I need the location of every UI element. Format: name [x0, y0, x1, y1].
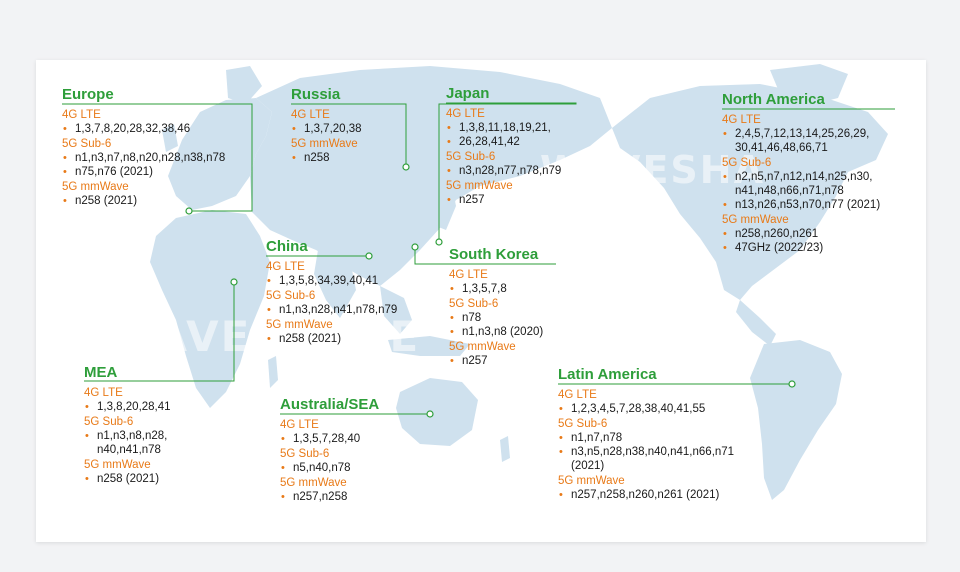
category-5g-mmwave: 5G mmWave [446, 180, 513, 192]
band-list-item: n257 [449, 354, 543, 368]
band-list-item: n1,n3,n8,n28, [84, 429, 171, 443]
category-5g-sub6: 5G Sub-6 [280, 448, 330, 460]
category-4g-lte: 4G LTE [291, 109, 330, 121]
category-5g-mmwave: 5G mmWave [280, 477, 347, 489]
category-5g-sub6: 5G Sub-6 [62, 138, 112, 150]
band-list-item: 1,3,5,7,8 [449, 282, 543, 296]
band-list-item: n3,n28,n77,n78,n79 [446, 164, 561, 178]
band-list-continuation: n41,n48,n66,n71,n78 [735, 185, 844, 197]
region-title: Japan [446, 85, 490, 102]
band-list-item: 1,2,3,4,5,7,28,38,40,41,55 [558, 402, 734, 416]
band-list-item: 1,3,7,8,20,28,32,38,46 [62, 122, 225, 136]
band-list-item: n1,n7,n78 [558, 431, 734, 445]
band-list-item: n258,n260,n261 [722, 227, 880, 241]
region-title: South Korea [449, 246, 539, 263]
europe-marker [185, 207, 193, 215]
category-5g-mmwave: 5G mmWave [449, 341, 516, 353]
category-5g-sub6: 5G Sub-6 [449, 298, 499, 310]
category-4g-lte: 4G LTE [449, 269, 488, 281]
region-title: North America [722, 91, 825, 108]
category-4g-lte: 4G LTE [558, 389, 597, 401]
region-title: Latin America [558, 366, 657, 383]
region-title: MEA [84, 364, 118, 381]
band-list-item: 47GHz (2022/23) [722, 241, 880, 255]
region-title: Russia [291, 86, 341, 103]
category-5g-mmwave: 5G mmWave [722, 214, 789, 226]
band-list-item: n1,n3,n28,n41,n78,n79 [266, 303, 397, 317]
region-china: China 4G LTE 1,3,5,8,34,39,40,41 5G Sub-… [266, 238, 397, 346]
category-5g-sub6: 5G Sub-6 [722, 157, 772, 169]
region-mea: MEA 4G LTE 1,3,8,20,28,41 5G Sub-6 n1,n3… [84, 364, 171, 486]
band-list-item: n1,n3,n7,n8,n20,n28,n38,n78 [62, 151, 225, 165]
band-list-continuation: n40,n41,n78 [97, 444, 161, 456]
band-list-item: n258 (2021) [84, 472, 171, 486]
band-list-item: n2,n5,n7,n12,n14,n25,n30, [722, 170, 880, 184]
band-list-item: n5,n40,n78 [280, 461, 379, 475]
region-title: Australia/SEA [280, 396, 380, 413]
category-4g-lte: 4G LTE [62, 109, 101, 121]
category-5g-mmwave: 5G mmWave [291, 138, 358, 150]
band-list-item: n257,n258,n260,n261 (2021) [558, 488, 734, 502]
region-title: China [266, 238, 308, 255]
band-list-continuation: (2021) [571, 460, 605, 472]
band-list-continuation: 30,41,46,48,66,71 [735, 142, 828, 154]
band-list-item: n13,n26,n53,n70,n77 (2021) [722, 198, 880, 212]
band-list-item: n75,n76 (2021) [62, 165, 225, 179]
latin-america-marker [788, 380, 796, 388]
australia-marker [426, 410, 434, 418]
band-list-item: n3,n5,n28,n38,n40,n41,n66,n71 [558, 445, 734, 459]
region-russia: Russia 4G LTE 1,3,7,20,38 5G mmWave n258 [291, 86, 362, 165]
category-4g-lte: 4G LTE [722, 114, 761, 126]
category-5g-sub6: 5G Sub-6 [84, 416, 134, 428]
region-title: Europe [62, 86, 114, 103]
region-latin-america: Latin America 4G LTE 1,2,3,4,5,7,28,38,4… [558, 366, 734, 502]
band-list-item: n258 (2021) [266, 332, 397, 346]
category-4g-lte: 4G LTE [266, 261, 305, 273]
band-list-item: 2,4,5,7,12,13,14,25,26,29, [722, 127, 880, 141]
band-list-item: n78 [449, 311, 543, 325]
band-list-item: 1,3,8,11,18,19,21, [446, 121, 561, 135]
band-list-item: n1,n3,n8 (2020) [449, 325, 543, 339]
region-south-korea: South Korea 4G LTE 1,3,5,7,8 5G Sub-6 n7… [449, 246, 543, 368]
category-5g-mmwave: 5G mmWave [84, 459, 151, 471]
band-list-item: 1,3,8,20,28,41 [84, 400, 171, 414]
band-list-item: 1,3,5,7,28,40 [280, 432, 379, 446]
region-australia-sea: Australia/SEA 4G LTE 1,3,5,7,28,40 5G Su… [280, 396, 379, 504]
category-4g-lte: 4G LTE [280, 419, 319, 431]
category-5g-sub6: 5G Sub-6 [558, 418, 608, 430]
category-5g-mmwave: 5G mmWave [558, 475, 625, 487]
band-list-item: n258 (2021) [62, 194, 225, 208]
band-list-item: n258 [291, 151, 362, 165]
region-japan: Japan 4G LTE 1,3,8,11,18,19,21, 26,28,41… [446, 85, 561, 207]
category-5g-mmwave: 5G mmWave [266, 319, 333, 331]
mea-marker [230, 278, 238, 286]
category-5g-sub6: 5G Sub-6 [266, 290, 316, 302]
band-list-item: n257 [446, 193, 561, 207]
band-list-item: 1,3,5,8,34,39,40,41 [266, 274, 397, 288]
band-list-continuation: 26,28,41,42 [446, 135, 561, 149]
band-list-item: n257,n258 [280, 490, 379, 504]
category-4g-lte: 4G LTE [84, 387, 123, 399]
japan-marker [435, 238, 443, 246]
band-list-item: 1,3,7,20,38 [291, 122, 362, 136]
category-5g-sub6: 5G Sub-6 [446, 151, 496, 163]
band-text: 26,28,41,42 [459, 136, 520, 148]
page: { "regions": { "europe": {"title":"Europ… [0, 0, 960, 572]
south-korea-marker [411, 243, 419, 251]
category-4g-lte: 4G LTE [446, 108, 485, 120]
region-north-america: North America 4G LTE 2,4,5,7,12,13,14,25… [722, 91, 880, 255]
region-europe: Europe 4G LTE 1,3,7,8,20,28,32,38,46 5G … [62, 86, 225, 208]
category-5g-mmwave: 5G mmWave [62, 181, 129, 193]
russia-marker [402, 163, 410, 171]
